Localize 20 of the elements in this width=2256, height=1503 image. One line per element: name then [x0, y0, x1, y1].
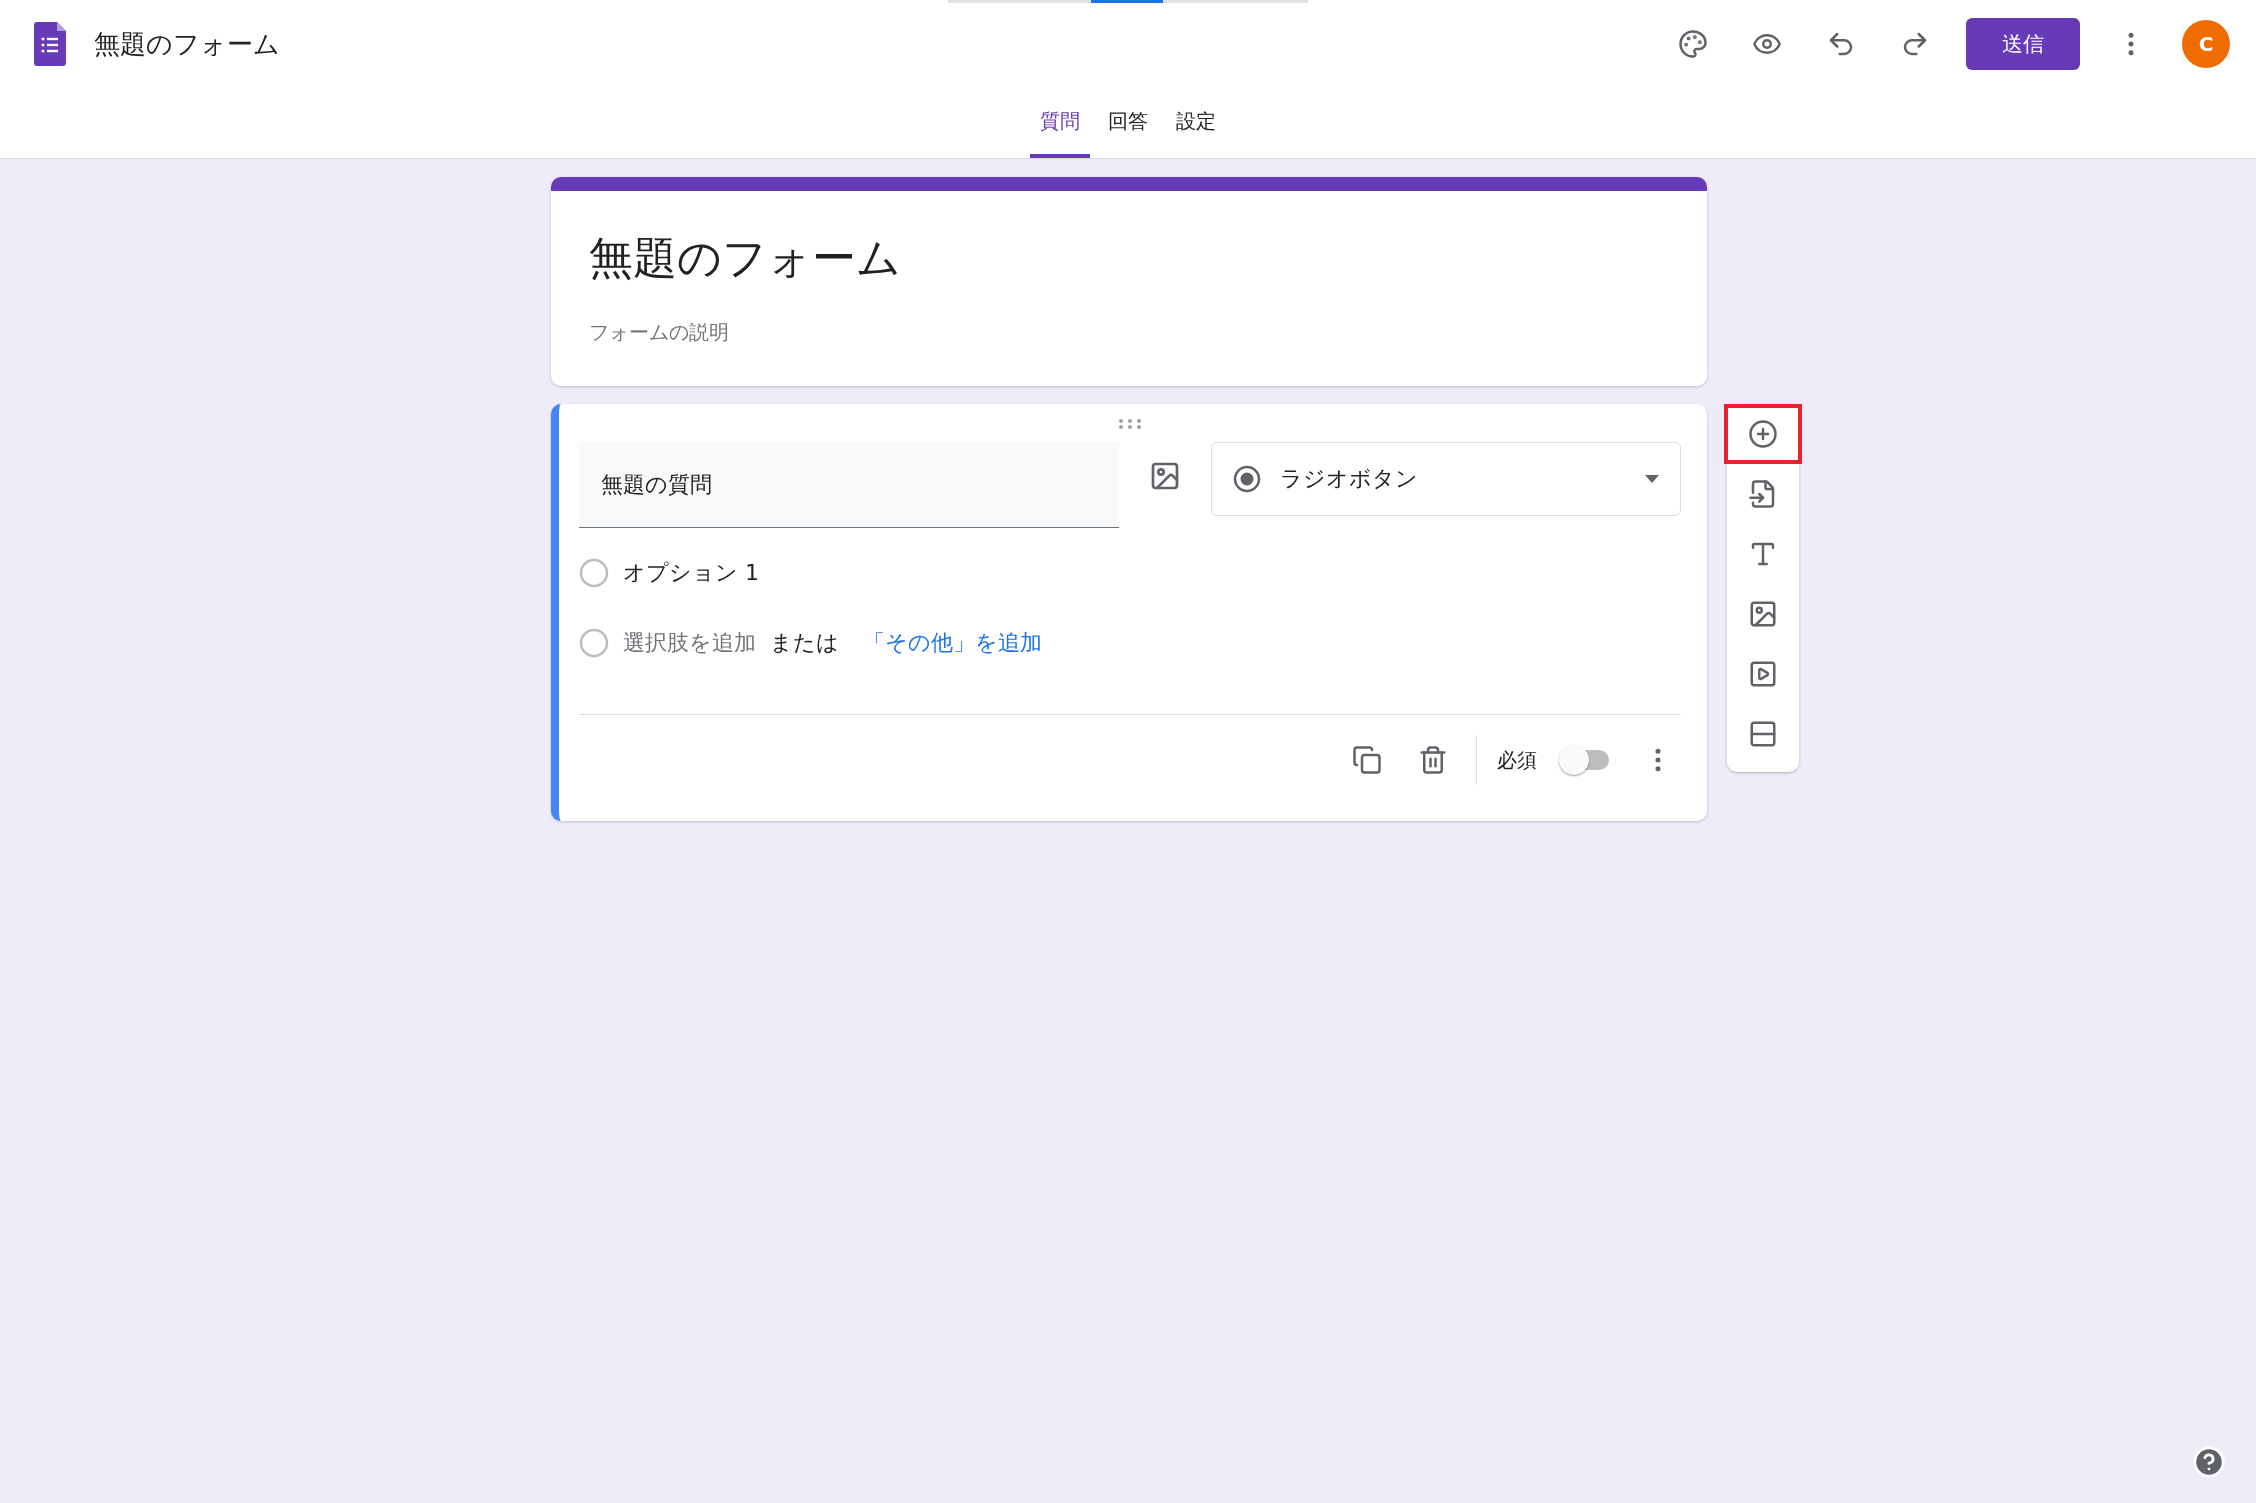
required-label: 必須: [1497, 746, 1537, 774]
document-title[interactable]: 無題のフォーム: [94, 26, 1642, 62]
tab[interactable]: 回答: [1098, 88, 1158, 158]
radio-button[interactable]: [579, 558, 609, 588]
option-label[interactable]: オプション 1: [623, 558, 759, 588]
radio-icon: [1232, 464, 1262, 494]
forms-logo-icon[interactable]: [34, 22, 66, 66]
dropdown-caret-icon: [1644, 474, 1660, 484]
question-title-field[interactable]: 無題の質問: [579, 442, 1119, 528]
file-import-icon[interactable]: [1727, 464, 1799, 524]
or-text: または: [770, 629, 839, 657]
drag-handle-icon[interactable]: [1118, 418, 1142, 430]
add-option-text[interactable]: 選択肢を追加: [623, 628, 756, 658]
tab[interactable]: 質問: [1030, 88, 1090, 158]
add-other-link[interactable]: 「その他」を追加: [863, 628, 1042, 658]
question-type-dropdown[interactable]: ラジオボタン: [1211, 442, 1681, 516]
form-title[interactable]: 無題のフォーム: [589, 231, 1671, 285]
send-button[interactable]: 送信: [1966, 18, 2080, 70]
form-description[interactable]: フォームの説明: [589, 319, 1671, 346]
tab[interactable]: 設定: [1166, 88, 1226, 158]
